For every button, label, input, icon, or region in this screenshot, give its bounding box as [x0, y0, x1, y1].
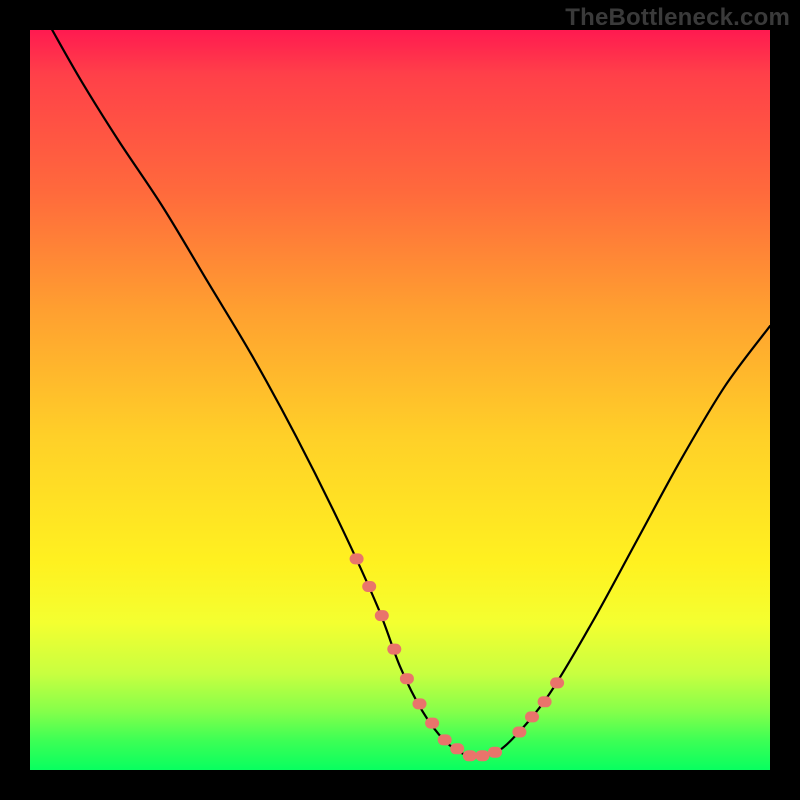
highlight-dot — [450, 743, 464, 754]
highlight-dot — [362, 581, 376, 592]
highlight-dot — [400, 673, 414, 684]
highlight-dot — [463, 750, 477, 761]
highlight-dot — [375, 610, 389, 621]
highlight-dot — [387, 644, 401, 655]
chart-frame: TheBottleneck.com — [0, 0, 800, 800]
highlight-dot — [488, 747, 502, 758]
highlight-dot — [438, 734, 452, 745]
highlight-dot — [350, 553, 364, 564]
highlight-dot — [475, 750, 489, 761]
bottleneck-curve — [52, 30, 770, 757]
highlight-dot — [550, 677, 564, 688]
highlight-dot — [525, 711, 539, 722]
highlight-dot — [512, 727, 526, 738]
highlight-dot — [425, 718, 439, 729]
watermark-text: TheBottleneck.com — [565, 4, 790, 32]
plot-area — [30, 30, 770, 770]
curve-svg — [30, 30, 770, 770]
highlight-dots — [350, 553, 564, 761]
highlight-dot — [413, 698, 427, 709]
highlight-dot — [538, 696, 552, 707]
